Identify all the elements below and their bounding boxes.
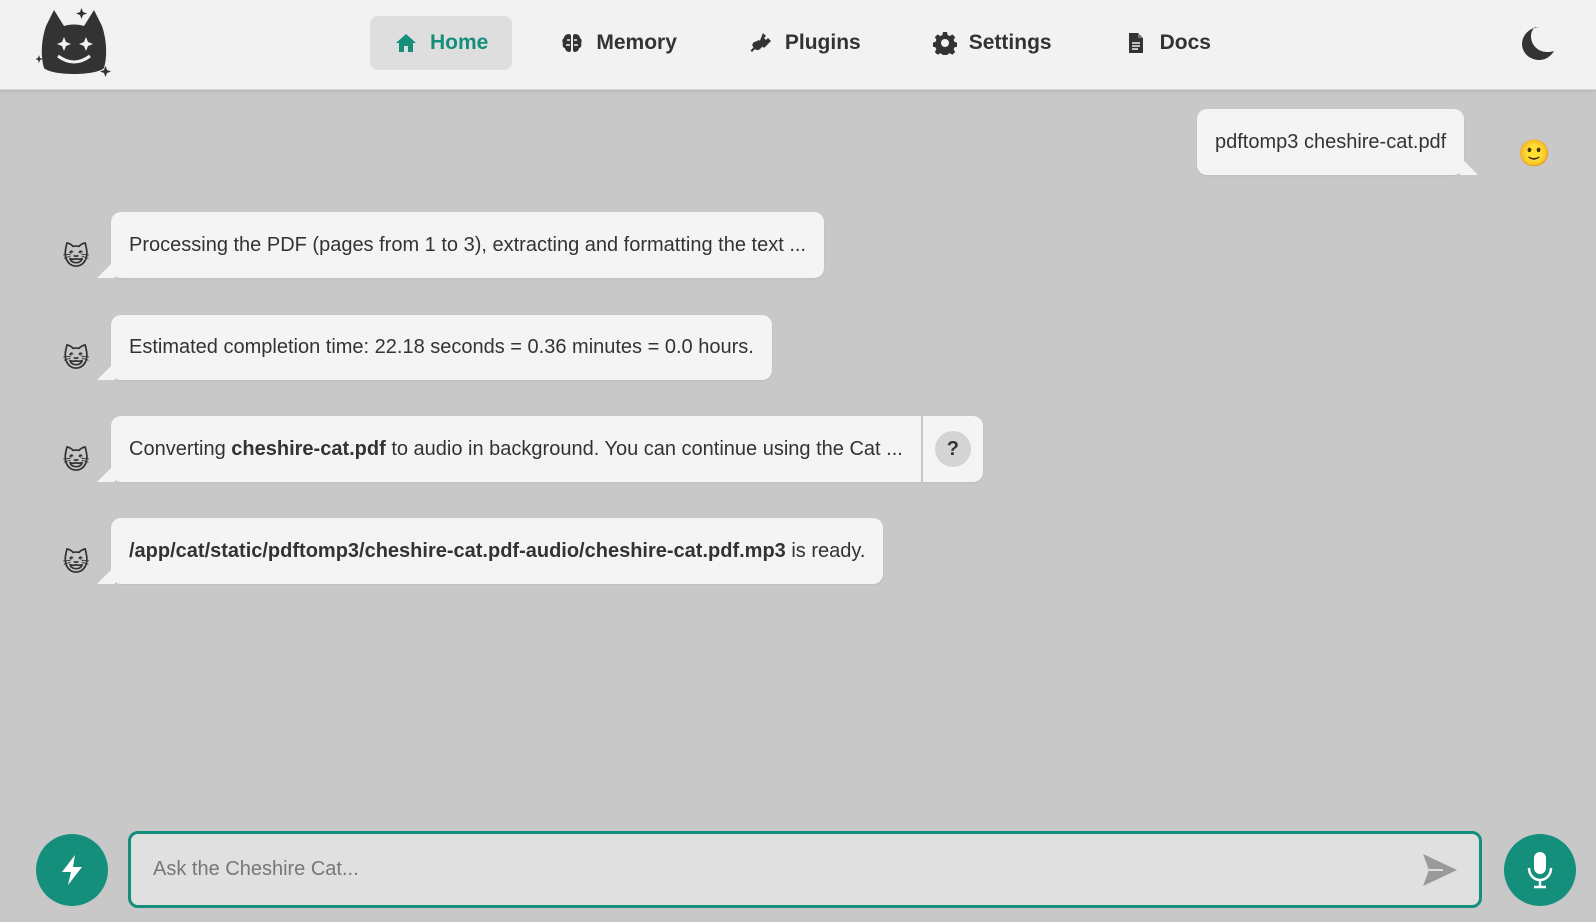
nav-settings[interactable]: Settings bbox=[909, 16, 1076, 70]
cheshire-cat-logo[interactable] bbox=[36, 8, 112, 80]
cat-message-text: Estimated completion time: 22.18 seconds… bbox=[129, 336, 754, 358]
cat-avatar: 😺 bbox=[62, 445, 90, 475]
cat-message-text: Processing the PDF (pages from 1 to 3), … bbox=[129, 233, 806, 256]
user-message-text: pdftomp3 cheshire-cat.pdf bbox=[1215, 130, 1447, 153]
cat-message: Converting cheshire-cat.pdf to audio in … bbox=[97, 416, 983, 482]
gear-icon bbox=[932, 32, 957, 55]
user-message: pdftomp3 cheshire-cat.pdf bbox=[1197, 109, 1479, 175]
nav-home[interactable]: Home bbox=[370, 16, 513, 70]
cat-avatar: 😺 bbox=[62, 547, 90, 577]
navbar: Home Memory Plugins Settings Docs bbox=[0, 0, 1596, 90]
nav-menu: Home Memory Plugins Settings Docs bbox=[370, 16, 1259, 70]
nav-home-label: Home bbox=[430, 31, 489, 54]
home-icon bbox=[396, 34, 416, 52]
plug-icon bbox=[750, 33, 771, 52]
nav-memory[interactable]: Memory bbox=[536, 16, 701, 70]
prompt-suggestion-button[interactable] bbox=[36, 834, 108, 906]
send-icon[interactable] bbox=[1421, 852, 1459, 888]
cat-message: Processing the PDF (pages from 1 to 3), … bbox=[97, 212, 824, 278]
cat-avatar: 😺 bbox=[62, 343, 90, 373]
microphone-button[interactable] bbox=[1504, 834, 1576, 906]
brain-icon bbox=[562, 34, 583, 52]
why-button[interactable]: ? bbox=[934, 431, 971, 467]
file-path: /app/cat/static/pdftomp3/cheshire-cat.pd… bbox=[129, 539, 786, 562]
file-name: cheshire-cat.pdf bbox=[231, 437, 386, 460]
nav-settings-label: Settings bbox=[968, 31, 1052, 54]
document-icon bbox=[1128, 33, 1143, 53]
microphone-icon bbox=[1527, 852, 1553, 889]
cat-message: Estimated completion time: 22.18 seconds… bbox=[97, 315, 772, 380]
nav-docs-label: Docs bbox=[1159, 31, 1211, 54]
nav-plugins[interactable]: Plugins bbox=[725, 16, 885, 70]
chat-input-container bbox=[128, 831, 1482, 908]
cat-message-text: Converting cheshire-cat.pdf to audio in … bbox=[129, 437, 903, 460]
cat-message: /app/cat/static/pdftomp3/cheshire-cat.pd… bbox=[97, 518, 884, 584]
cat-avatar: 😺 bbox=[62, 241, 90, 271]
chat-input[interactable] bbox=[153, 834, 1393, 905]
user-avatar: 🙂 bbox=[1518, 138, 1551, 168]
lightning-icon bbox=[62, 855, 82, 885]
nav-docs[interactable]: Docs bbox=[1100, 16, 1235, 70]
moon-icon[interactable] bbox=[1518, 24, 1556, 62]
nav-memory-label: Memory bbox=[596, 31, 677, 54]
nav-plugins-label: Plugins bbox=[784, 31, 861, 54]
cat-message-text: /app/cat/static/pdftomp3/cheshire-cat.pd… bbox=[129, 539, 866, 562]
